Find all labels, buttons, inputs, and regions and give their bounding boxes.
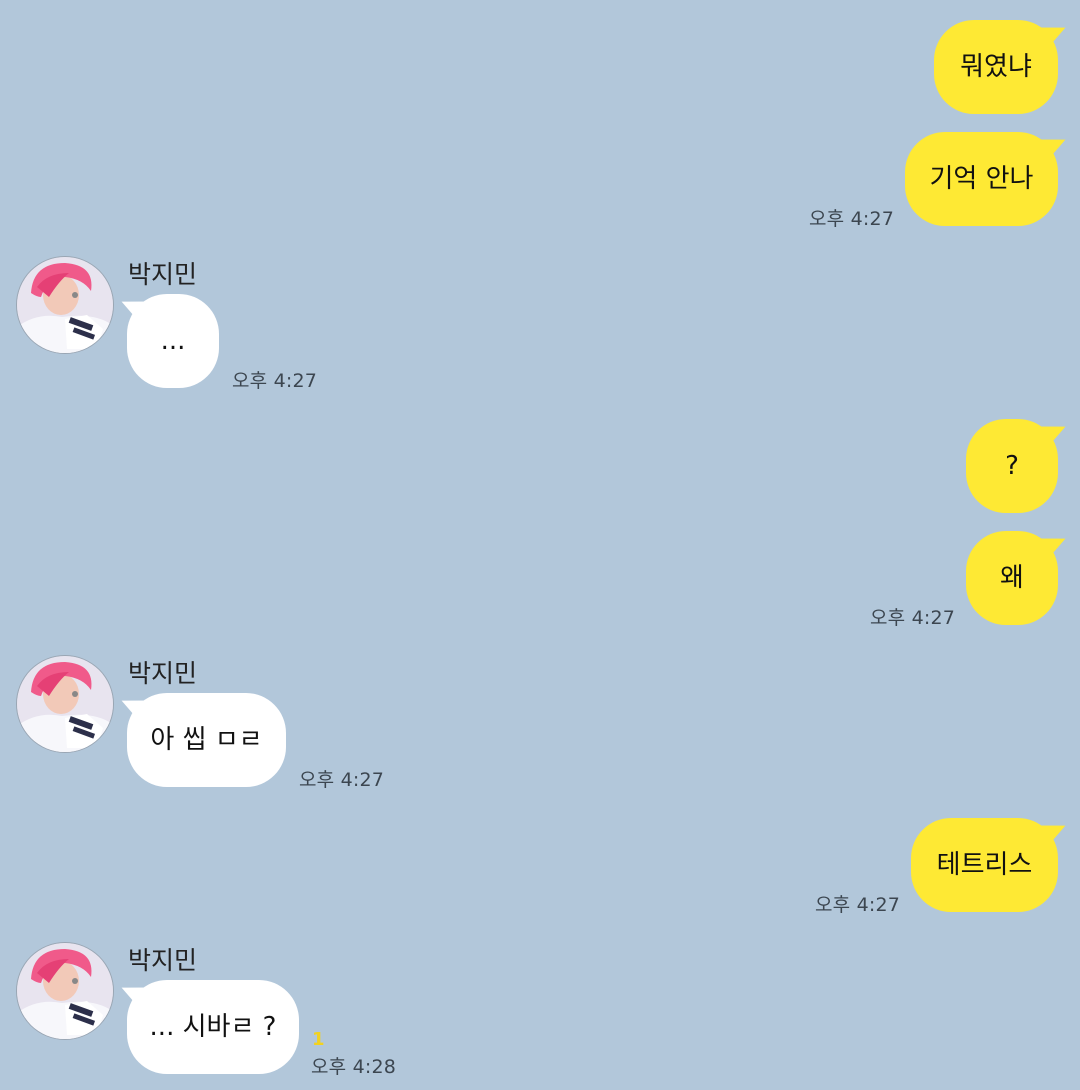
chat-area[interactable]: 뭐였냐 기억 안나 오후 4:27 박지민 ... 오후 4:27 ? 왜 오후…: [0, 0, 1080, 1090]
unread-count: 1: [312, 1029, 325, 1050]
message-text: ... 시바ㄹ ?: [149, 1012, 277, 1042]
message-time: 오후 4:27: [815, 894, 901, 916]
message-time: 오후 4:28: [311, 1056, 397, 1078]
message-text: 테트리스: [936, 850, 1033, 880]
message-text: 아 씹 ㅁㄹ: [150, 725, 263, 755]
sender-name: 박지민: [128, 946, 198, 975]
message-text: 왜: [1000, 563, 1024, 593]
my-message-bubble[interactable]: 기억 안나: [905, 132, 1058, 226]
message-text: 뭐였냐: [960, 52, 1032, 82]
avatar-image: [17, 943, 113, 1039]
avatar[interactable]: [16, 655, 114, 753]
sender-name: 박지민: [128, 260, 198, 289]
message-time: 오후 4:27: [809, 208, 895, 230]
avatar[interactable]: [16, 942, 114, 1040]
message-time: 오후 4:27: [232, 370, 318, 392]
message-time: 오후 4:27: [299, 769, 385, 791]
message-time: 오후 4:27: [870, 607, 956, 629]
message-text: 기억 안나: [929, 164, 1034, 194]
my-message-bubble[interactable]: 테트리스: [911, 818, 1058, 912]
their-message-bubble[interactable]: 아 씹 ㅁㄹ: [127, 693, 286, 787]
avatar-image: [17, 257, 113, 353]
their-message-bubble[interactable]: ... 시바ㄹ ?: [127, 980, 299, 1074]
message-text: ?: [1005, 451, 1019, 481]
message-text: ...: [160, 326, 186, 356]
avatar-image: [17, 656, 113, 752]
avatar[interactable]: [16, 256, 114, 354]
sender-name: 박지민: [128, 659, 198, 688]
